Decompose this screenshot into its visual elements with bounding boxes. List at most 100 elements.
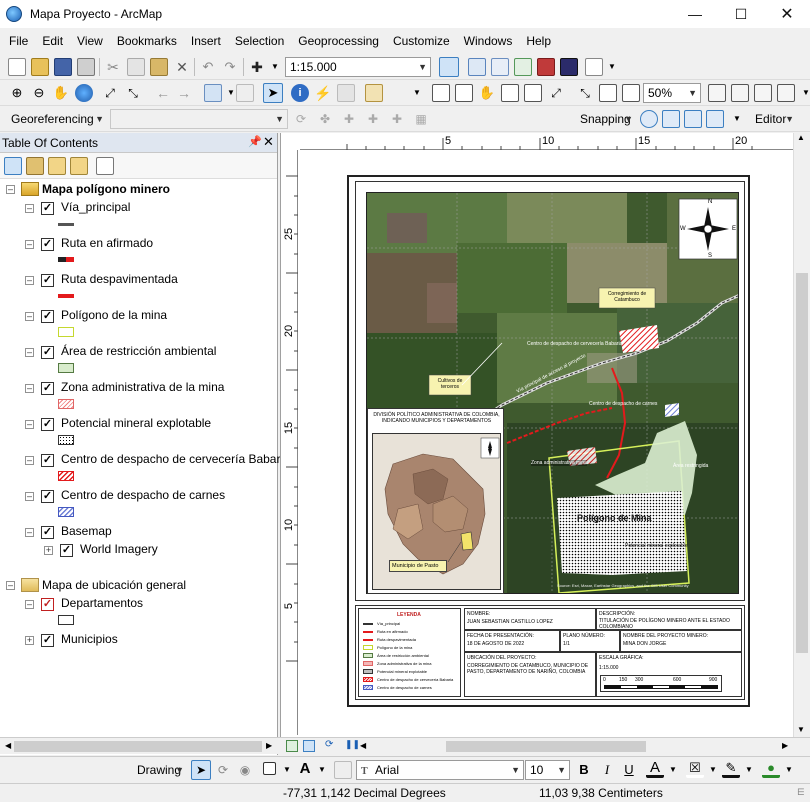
list-by-drawing-order-icon[interactable]: [4, 157, 22, 175]
list-by-selection-icon[interactable]: [70, 157, 88, 175]
redo-icon[interactable]: ↷: [221, 58, 239, 76]
layer-name[interactable]: Departamentos: [61, 596, 143, 610]
shape-dropdown-icon[interactable]: ▼: [278, 761, 296, 779]
layout-forward-extent-icon[interactable]: [622, 84, 640, 102]
zoom-100-icon[interactable]: [524, 84, 542, 102]
line-color-icon[interactable]: ✎: [722, 760, 740, 778]
point-snapping-icon[interactable]: [640, 110, 658, 128]
menu-geoprocessing[interactable]: Geoprocessing: [291, 30, 386, 52]
layout-scroll-right-icon[interactable]: ▶: [782, 741, 788, 750]
layer-visibility-checkbox[interactable]: ✓: [41, 346, 54, 359]
layer-collapse-toggle[interactable]: –: [25, 276, 34, 285]
maximize-button[interactable]: ☐: [718, 0, 764, 28]
font-size-combo[interactable]: 10 ▼: [525, 760, 570, 780]
layer-visibility-checkbox[interactable]: ✓: [41, 310, 54, 323]
toc-horizontal-scroll-thumb[interactable]: [14, 741, 262, 752]
pin-icon[interactable]: 📌: [248, 135, 262, 148]
table-of-contents-icon[interactable]: [468, 58, 486, 76]
fill-color-dropdown-icon[interactable]: ▼: [704, 761, 722, 779]
search-window-icon[interactable]: [514, 58, 532, 76]
add-data-icon[interactable]: ✚: [248, 58, 266, 76]
end-snapping-icon[interactable]: [662, 110, 680, 128]
zoom-whole-page-icon[interactable]: [501, 84, 519, 102]
data-driven-pages-icon[interactable]: [777, 84, 795, 102]
edge-snapping-icon[interactable]: [706, 110, 724, 128]
select-elements-icon[interactable]: ➤: [263, 83, 283, 103]
layout-options-icon[interactable]: ▼: [797, 84, 810, 102]
layer-visibility-checkbox[interactable]: ✓: [41, 634, 54, 647]
pan-icon[interactable]: ✋: [52, 84, 70, 102]
georeferencing-layer-combo[interactable]: ▼: [110, 109, 288, 129]
focus-data-frame-icon[interactable]: [731, 84, 749, 102]
fixed-zoom-out-icon[interactable]: ⤡: [124, 84, 142, 102]
font-combo[interactable]: T Arial ▼: [356, 760, 524, 780]
view-link-table-icon[interactable]: ▦: [412, 110, 430, 128]
snapping-menu[interactable]: Snapping ▼: [575, 109, 637, 129]
bold-icon[interactable]: B: [575, 761, 593, 779]
layer-name[interactable]: Zona administrativa de la mina: [61, 380, 224, 394]
close-button[interactable]: ✕: [764, 0, 810, 28]
sublayer-expand-toggle[interactable]: +: [44, 546, 53, 555]
new-rectangle-icon[interactable]: [263, 762, 276, 775]
menu-edit[interactable]: Edit: [35, 30, 70, 52]
layer-name[interactable]: Municipios: [61, 632, 118, 646]
layer-name[interactable]: Ruta despavimentada: [61, 272, 178, 286]
minimize-button[interactable]: —: [672, 0, 718, 28]
menu-selection[interactable]: Selection: [228, 30, 291, 52]
layout-fixed-zoom-out-icon[interactable]: ⤡: [576, 84, 594, 102]
layout-zoom-combo[interactable]: 50% ▼: [643, 83, 701, 103]
marker-color-icon[interactable]: ●: [762, 760, 780, 778]
dataframe-collapse-toggle[interactable]: –: [6, 581, 15, 590]
paste-icon[interactable]: [150, 58, 168, 76]
toolbar-options-icon[interactable]: ▼: [603, 58, 621, 76]
forward-extent-icon[interactable]: →: [175, 84, 193, 102]
layer-visibility-checkbox[interactable]: ✓: [41, 418, 54, 431]
layer-visibility-checkbox[interactable]: ✓: [41, 202, 54, 215]
add-control-points-2-icon[interactable]: ✚: [364, 110, 382, 128]
editor-menu[interactable]: Editor ▼: [750, 109, 798, 129]
vertex-snapping-icon[interactable]: [684, 110, 702, 128]
layer-visibility-checkbox[interactable]: ✓: [41, 598, 54, 611]
layer-visibility-checkbox[interactable]: ✓: [41, 238, 54, 251]
layout-view-icon[interactable]: [303, 740, 315, 752]
back-extent-icon[interactable]: ←: [154, 84, 172, 102]
scroll-up-icon[interactable]: ▲: [797, 133, 805, 142]
fixed-zoom-in-icon[interactable]: ⤢: [101, 84, 119, 102]
arctoolbox-icon[interactable]: [537, 58, 555, 76]
inset-map-area[interactable]: Municipio de Pasto: [372, 433, 501, 590]
layout-zoom-out-icon[interactable]: [455, 84, 473, 102]
toc-scroll-left-icon[interactable]: ◀: [5, 741, 11, 750]
open-folder-icon[interactable]: [31, 58, 49, 76]
zoom-in-icon[interactable]: ⊕: [8, 84, 26, 102]
fill-color-icon[interactable]: ☒: [686, 760, 704, 778]
print-icon[interactable]: [77, 58, 95, 76]
font-color-icon[interactable]: A: [646, 760, 664, 778]
change-layout-icon[interactable]: [754, 84, 772, 102]
layer-name[interactable]: Ruta en afirmado: [61, 236, 153, 250]
python-window-icon[interactable]: [560, 58, 578, 76]
layer-name[interactable]: Centro de despacho de cervecería Babaria: [61, 452, 290, 466]
menu-help[interactable]: Help: [519, 30, 558, 52]
layer-collapse-toggle[interactable]: –: [25, 528, 34, 537]
identify-icon[interactable]: i: [291, 84, 309, 102]
layer-visibility-checkbox[interactable]: ✓: [41, 454, 54, 467]
layer-visibility-checkbox[interactable]: ✓: [41, 382, 54, 395]
layer-name[interactable]: Polígono de la mina: [61, 308, 167, 322]
layer-visibility-checkbox[interactable]: ✓: [41, 490, 54, 503]
layer-name[interactable]: Basemap: [61, 524, 112, 538]
layout-back-extent-icon[interactable]: [599, 84, 617, 102]
data-view-icon[interactable]: [286, 740, 298, 752]
layer-collapse-toggle[interactable]: –: [25, 456, 34, 465]
add-control-points-3-icon[interactable]: ✚: [388, 110, 406, 128]
text-dropdown-icon[interactable]: ▼: [313, 761, 331, 779]
zoom-out-icon[interactable]: ⊖: [30, 84, 48, 102]
save-icon[interactable]: [54, 58, 72, 76]
italic-icon[interactable]: I: [598, 761, 616, 779]
underline-icon[interactable]: U: [620, 761, 638, 779]
new-document-icon[interactable]: [8, 58, 26, 76]
menu-file[interactable]: File: [0, 30, 35, 52]
tools-options-icon[interactable]: ▼: [408, 84, 426, 102]
dataframe-name[interactable]: Mapa de ubicación general: [42, 578, 186, 592]
snapping-options-icon[interactable]: ▼: [728, 110, 746, 128]
catalog-icon[interactable]: [491, 58, 509, 76]
